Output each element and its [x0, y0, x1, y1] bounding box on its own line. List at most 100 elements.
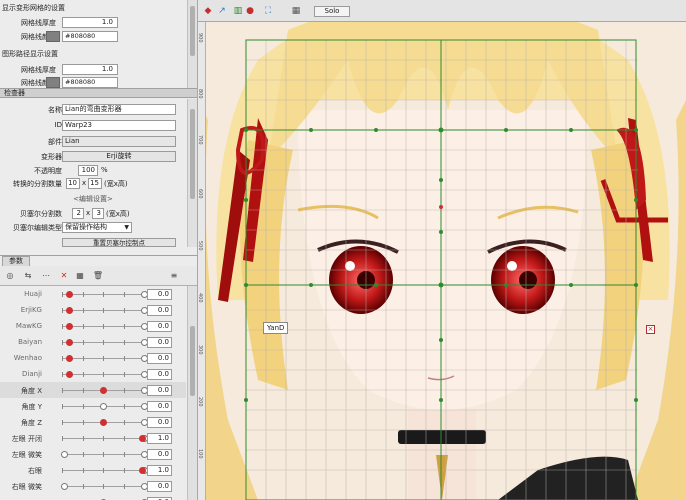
- bezier-height-input[interactable]: 3: [92, 208, 104, 219]
- menu-icon[interactable]: ≡: [168, 270, 180, 282]
- param-slider[interactable]: [62, 403, 148, 410]
- divisions-width-input[interactable]: 10: [66, 178, 80, 189]
- slider-knob[interactable]: [66, 339, 73, 346]
- mesh-line-width-input[interactable]: 1.0: [62, 17, 118, 28]
- link-icon[interactable]: ⇆: [22, 270, 34, 282]
- mesh-line-color-input[interactable]: #808080: [62, 31, 118, 42]
- settings-scrollbar[interactable]: [187, 0, 197, 88]
- slider-knob[interactable]: [100, 387, 107, 394]
- param-row[interactable]: 左眼 开闭 1.0: [0, 430, 186, 446]
- param-value-input[interactable]: 0.0: [147, 353, 172, 364]
- param-slider[interactable]: [62, 371, 148, 378]
- param-row[interactable]: 角度 X 0.0: [0, 382, 186, 398]
- path-line-color-swatch[interactable]: [46, 77, 60, 88]
- reset-bezier-button[interactable]: 重置贝塞尔控制点: [62, 238, 176, 247]
- param-row[interactable]: 右眼 微笑 0.0: [0, 478, 186, 494]
- param-row[interactable]: 左眼 微笑 0.0: [0, 446, 186, 462]
- param-row[interactable]: MawKG 0.0: [0, 318, 186, 334]
- keyform-icon[interactable]: ✕: [58, 270, 70, 282]
- param-row[interactable]: ErjiKG 0.0: [0, 302, 186, 318]
- param-row[interactable]: Huaji 0.0: [0, 286, 186, 302]
- divisions-height-input[interactable]: 15: [88, 178, 102, 189]
- mesh-line-width-label: 网格线厚度: [21, 19, 56, 27]
- param-value-input[interactable]: 0.0: [147, 417, 172, 428]
- param-slider[interactable]: [62, 355, 148, 362]
- param-slider[interactable]: [62, 467, 148, 474]
- pin-icon[interactable]: ◆: [202, 5, 214, 17]
- param-value-input[interactable]: 0.0: [147, 481, 172, 492]
- slider-knob[interactable]: [66, 307, 73, 314]
- canvas-view[interactable]: ◆ ↗ ▥ ● ⛶ ▦ Solo 900 800 700 600 500 400…: [198, 0, 686, 500]
- param-slider[interactable]: [62, 419, 148, 426]
- param-value-input[interactable]: 0.0: [147, 321, 172, 332]
- slider-knob[interactable]: [66, 323, 73, 330]
- param-slider[interactable]: [62, 291, 148, 298]
- deformer-button[interactable]: Erji旋转: [62, 151, 176, 162]
- param-row[interactable]: 角度 Z 0.0: [0, 414, 186, 430]
- solo-button[interactable]: Solo: [314, 6, 350, 17]
- grid-view-icon[interactable]: ▦: [290, 5, 302, 17]
- ruler-label: 800: [198, 89, 203, 99]
- fit-icon[interactable]: ⛶: [262, 5, 274, 17]
- param-row[interactable]: Baiyan 0.0: [0, 334, 186, 350]
- param-row[interactable]: Dianji 0.0: [0, 366, 186, 382]
- opacity-input[interactable]: 100: [78, 165, 98, 176]
- slider-knob[interactable]: [100, 419, 107, 426]
- param-slider[interactable]: [62, 435, 148, 442]
- slider-knob[interactable]: [66, 291, 73, 298]
- slider-knob[interactable]: [61, 483, 68, 490]
- slider-knob[interactable]: [66, 355, 73, 362]
- param-row[interactable]: Wenhao 0.0: [0, 350, 186, 366]
- slider-knob[interactable]: [139, 435, 146, 442]
- param-row[interactable]: 右眼 1.0: [0, 462, 186, 478]
- param-value-input[interactable]: 0.0: [147, 449, 172, 460]
- id-input[interactable]: Warp23: [62, 120, 176, 131]
- name-input[interactable]: Lian的弯曲变形器: [62, 104, 176, 115]
- bezier-type-select[interactable]: 保留操作结构 ▼: [62, 222, 132, 233]
- slider-knob[interactable]: [139, 467, 146, 474]
- param-row[interactable]: 角度 Y 0.0: [0, 398, 186, 414]
- param-slider[interactable]: [62, 307, 148, 314]
- settings-scroll-thumb[interactable]: [190, 6, 195, 56]
- param-value-input[interactable]: 0.0: [147, 289, 172, 300]
- deformer-label: 变形器: [41, 153, 62, 161]
- param-value-input[interactable]: 0.0: [147, 305, 172, 316]
- part-field[interactable]: Lian: [62, 136, 176, 147]
- param-value-input[interactable]: 0.0: [147, 337, 172, 348]
- slider-knob[interactable]: [66, 371, 73, 378]
- chevron-down-icon: ▼: [124, 224, 129, 231]
- params-scrollbar[interactable]: [187, 286, 197, 500]
- grid-icon[interactable]: ▦: [74, 270, 86, 282]
- close-icon[interactable]: ×: [646, 325, 655, 334]
- inspector-scrollbar[interactable]: [187, 99, 197, 247]
- record-icon[interactable]: ●: [244, 5, 256, 17]
- inspector-scroll-thumb[interactable]: [190, 109, 195, 199]
- path-line-width-input[interactable]: 1.0: [62, 64, 118, 75]
- bezier-width-input[interactable]: 2: [72, 208, 84, 219]
- delete-icon[interactable]: 🗑: [92, 270, 104, 282]
- param-slider[interactable]: [62, 339, 148, 346]
- divisions-row: 转换的分割数量 10 x 15 (宽x高): [0, 178, 186, 190]
- mesh-line-color-swatch[interactable]: [46, 31, 60, 42]
- param-slider[interactable]: [61, 451, 148, 458]
- slider-knob[interactable]: [61, 451, 68, 458]
- param-value-input[interactable]: 0.0: [147, 385, 172, 396]
- slider-knob[interactable]: [100, 403, 107, 410]
- param-slider[interactable]: [62, 323, 148, 330]
- target-icon[interactable]: ◎: [4, 270, 16, 282]
- dots-icon[interactable]: ⋯: [40, 270, 52, 282]
- curve-icon[interactable]: ↗: [216, 5, 228, 17]
- param-slider[interactable]: [61, 483, 148, 490]
- param-label: 左眼 开闭: [11, 435, 42, 443]
- param-slider[interactable]: [62, 387, 148, 394]
- param-value-input[interactable]: 1.0: [147, 433, 172, 444]
- tab-params[interactable]: 参数: [2, 256, 30, 266]
- param-value-input[interactable]: 0.0: [147, 369, 172, 380]
- param-value-input[interactable]: 0.0: [147, 401, 172, 412]
- param-row[interactable]: 0.0: [0, 494, 186, 500]
- param-value-input[interactable]: 1.0: [147, 465, 172, 476]
- object-name-label[interactable]: YanD: [263, 322, 289, 334]
- layers-icon[interactable]: ▥: [232, 5, 244, 17]
- path-line-color-input[interactable]: #808080: [62, 77, 118, 88]
- params-scroll-thumb[interactable]: [190, 326, 195, 396]
